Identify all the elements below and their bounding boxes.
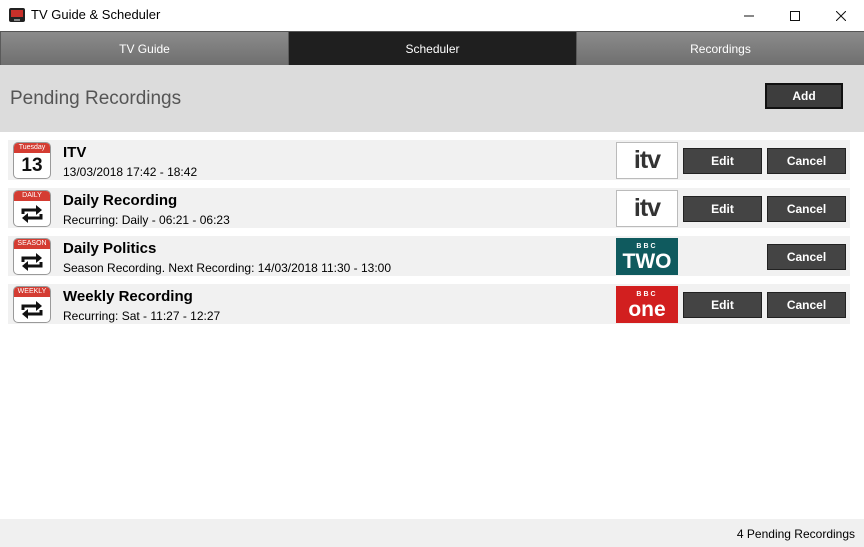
pending-count: 4 Pending Recordings — [736, 527, 855, 541]
repeat-icon: DAILY — [13, 190, 51, 227]
recording-schedule: 13/03/2018 17:42 - 18:42 — [63, 165, 198, 179]
bbc-one-logo: BBC one — [616, 286, 678, 323]
status-bar: 4 Pending Recordings — [0, 519, 864, 547]
calendar-day-label: Tuesday — [14, 143, 50, 153]
calendar-icon: Tuesday 13 — [13, 142, 51, 179]
maximize-button[interactable] — [772, 0, 818, 31]
list-item: DAILY Daily Recording Recurring: Daily -… — [8, 188, 850, 228]
recording-title: Weekly Recording — [63, 288, 193, 305]
cancel-button[interactable]: Cancel — [767, 292, 846, 318]
list-item: SEASON Daily Politics Season Recording. … — [8, 236, 850, 276]
tab-scheduler[interactable]: Scheduler — [288, 31, 576, 65]
edit-button[interactable]: Edit — [683, 292, 762, 318]
add-button[interactable]: Add — [765, 83, 843, 109]
title-bar: TV Guide & Scheduler — [0, 0, 864, 31]
tv-app-icon — [9, 8, 25, 22]
tab-recordings[interactable]: Recordings — [576, 31, 864, 65]
tab-tv-guide[interactable]: TV Guide — [0, 31, 288, 65]
minimize-icon — [744, 15, 754, 16]
calendar-type-label: WEEKLY — [14, 287, 50, 297]
calendar-type-label: SEASON — [14, 239, 50, 249]
repeat-arrows-icon — [21, 253, 43, 271]
minimize-button[interactable] — [726, 0, 772, 31]
recording-schedule: Recurring: Sat - 11:27 - 12:27 — [63, 309, 221, 323]
recording-title: ITV — [63, 144, 87, 161]
maximize-icon — [790, 10, 800, 21]
list-item: Tuesday 13 ITV 13/03/2018 17:42 - 18:42 … — [8, 140, 850, 180]
recording-schedule: Recurring: Daily - 06:21 - 06:23 — [63, 213, 230, 227]
repeat-arrows-icon — [21, 205, 43, 223]
itv-logo: itv — [616, 190, 678, 227]
calendar-date: 13 — [21, 155, 43, 176]
close-button[interactable] — [818, 0, 864, 31]
calendar-type-label: DAILY — [14, 191, 50, 201]
repeat-icon: WEEKLY — [13, 286, 51, 323]
channel-name: TWO — [622, 249, 672, 273]
list-item: WEEKLY Weekly Recording Recurring: Sat -… — [8, 284, 850, 324]
page-title: Pending Recordings — [10, 88, 182, 109]
window-title: TV Guide & Scheduler — [31, 7, 161, 22]
repeat-arrows-icon — [21, 301, 43, 319]
recording-title: Daily Politics — [63, 240, 157, 257]
channel-name: one — [628, 297, 666, 321]
bbc-two-logo: BBC TWO — [616, 238, 678, 275]
tab-bar: TV Guide Scheduler Recordings — [0, 31, 864, 65]
edit-button[interactable]: Edit — [683, 196, 762, 222]
cancel-button[interactable]: Cancel — [767, 148, 846, 174]
edit-button[interactable]: Edit — [683, 148, 762, 174]
recording-title: Daily Recording — [63, 192, 178, 209]
close-icon — [836, 10, 846, 21]
page-header: Pending Recordings Add — [0, 65, 864, 132]
cancel-button[interactable]: Cancel — [767, 196, 846, 222]
repeat-icon: SEASON — [13, 238, 51, 275]
recordings-list: Tuesday 13 ITV 13/03/2018 17:42 - 18:42 … — [8, 140, 850, 332]
cancel-button[interactable]: Cancel — [767, 244, 846, 270]
itv-logo: itv — [616, 142, 678, 179]
recording-schedule: Season Recording. Next Recording: 14/03/… — [63, 261, 391, 275]
